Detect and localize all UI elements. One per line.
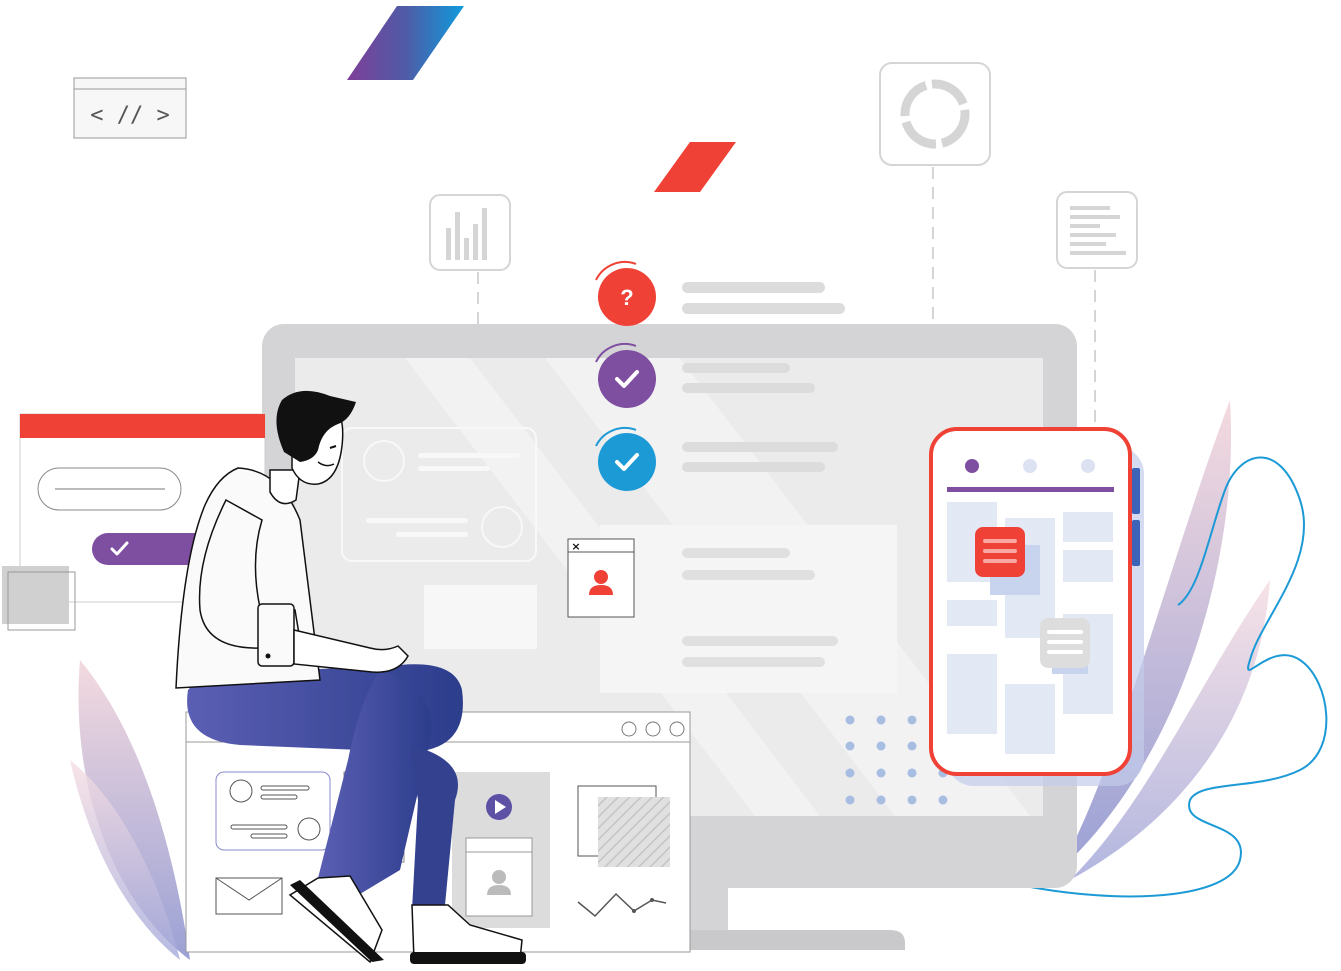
gray-message-card [1040, 618, 1090, 668]
mobile-phone [929, 427, 1144, 786]
red-parallelogram [654, 142, 736, 192]
video-card [452, 772, 550, 928]
red-message-card [975, 527, 1025, 577]
web-development-illustration: < // > ? × [2, 6, 1328, 964]
mail-icon [215, 877, 283, 915]
donut-chart-icon [879, 62, 991, 325]
code-snippet: < // > [90, 103, 169, 128]
check-icon [598, 350, 656, 408]
question-mark: ? [620, 285, 633, 310]
close-icon: × [571, 540, 580, 553]
phone-tab [1081, 459, 1095, 473]
leaf-decoration-left [70, 660, 190, 960]
profile-card [215, 771, 331, 851]
code-icon: < // > [73, 77, 187, 139]
user-popup-window: × [567, 538, 635, 618]
bar-chart-icon [429, 194, 511, 325]
gradient-parallelogram [347, 6, 464, 80]
checklist-item-question: ? [595, 261, 845, 326]
image-placeholder [577, 785, 670, 867]
phone-tab-active [965, 459, 979, 473]
phone-tab [1023, 459, 1037, 473]
check-icon [598, 433, 656, 491]
